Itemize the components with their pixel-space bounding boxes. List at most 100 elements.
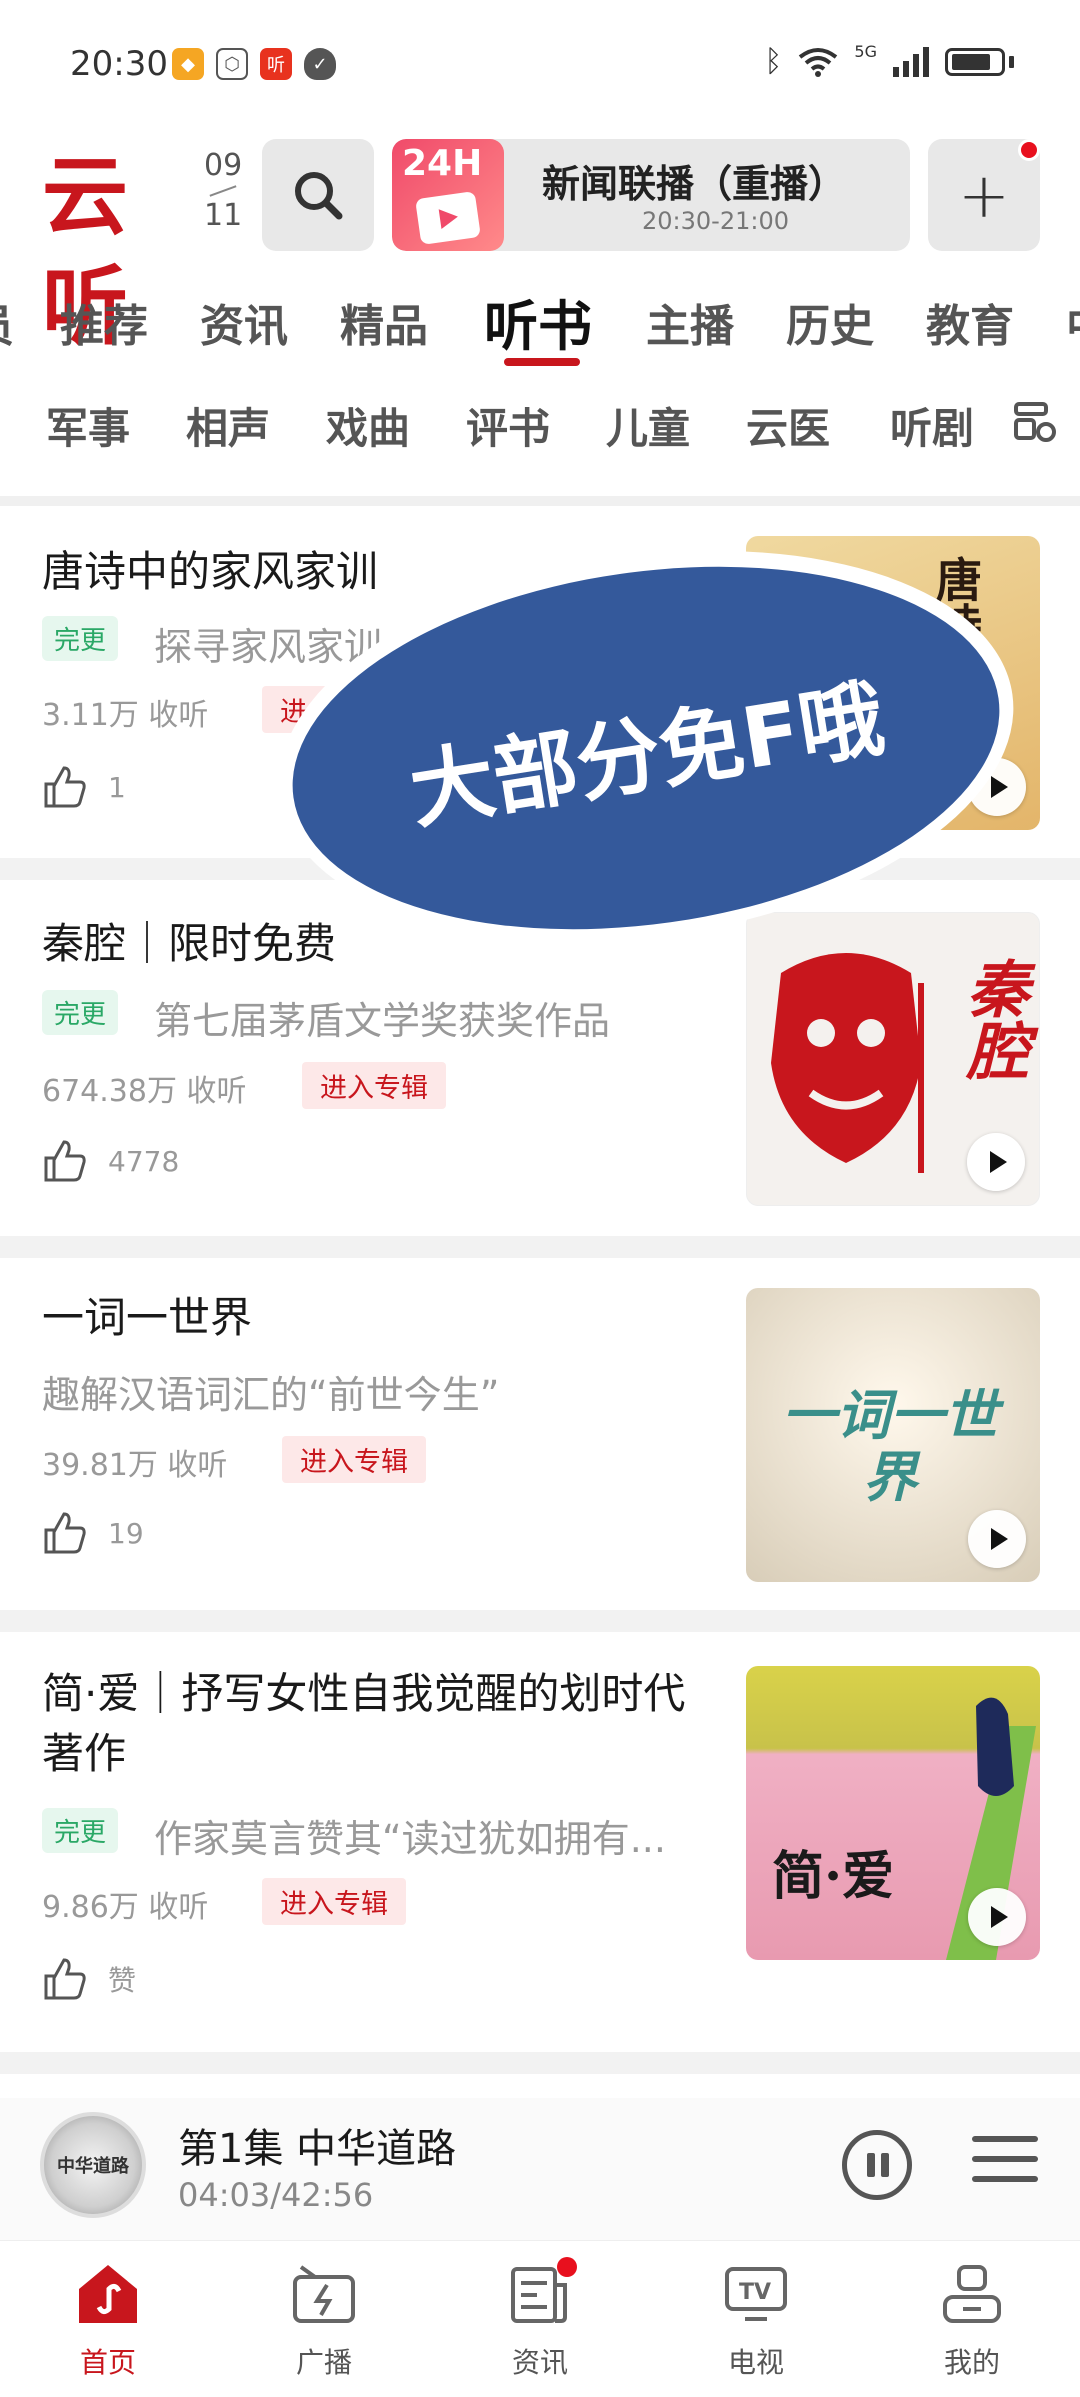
enter-album-button[interactable]: 进入专辑 xyxy=(282,1436,426,1483)
network-label: 5G xyxy=(854,42,877,61)
nav-tv[interactable]: TV 电视 xyxy=(686,2263,826,2381)
category-settings-button[interactable] xyxy=(990,388,1080,458)
album-cover[interactable]: 一词一世界 xyxy=(746,1288,1040,1582)
app-icon: ⬡ xyxy=(216,48,248,80)
tab-audiobook[interactable]: 听书 xyxy=(484,290,592,360)
pause-button[interactable] xyxy=(842,2130,912,2200)
album-card[interactable]: 一词一世界 趣解汉语词汇的“前世今生” 39.81万 收听 进入专辑 19 一词… xyxy=(0,1258,1080,1610)
nav-label: 电视 xyxy=(727,2346,784,2379)
album-title: 简·爱｜抒写女性自我觉醒的划时代著作 xyxy=(42,1669,686,1778)
album-cover[interactable]: 秦腔 xyxy=(746,912,1040,1206)
listen-count: 674.38万 收听 xyxy=(42,1074,247,1109)
nav-label: 资讯 xyxy=(511,2346,568,2379)
status-bar: 20:30 ◆ ⬡ 听 ✓ ᛒ 5G xyxy=(0,0,1080,130)
listen-count: 3.11万 收听 xyxy=(42,698,209,733)
card-separator xyxy=(0,2052,1080,2074)
nav-news[interactable]: 资讯 xyxy=(470,2257,610,2381)
battery-tip xyxy=(1009,55,1014,68)
logo-date: 09 11 xyxy=(204,148,242,234)
date-day: 11 xyxy=(204,198,243,233)
tab-anchor[interactable]: 主播 xyxy=(646,290,734,354)
play-icon[interactable] xyxy=(968,1888,1026,1946)
album-cover[interactable]: 简·爱 xyxy=(746,1666,1040,1960)
tab-premium[interactable]: 精品 xyxy=(340,290,428,354)
tab-recommend[interactable]: 推荐 xyxy=(60,290,148,354)
player-cover[interactable]: 中华道路 xyxy=(40,2112,146,2218)
nav-profile[interactable]: 我的 xyxy=(902,2263,1042,2381)
complete-tag: 完更 xyxy=(42,990,119,1035)
cover-title: 一词一世界 xyxy=(782,1383,998,1509)
news-notification-dot xyxy=(557,2257,577,2277)
card-separator xyxy=(0,1610,1080,1632)
home-icon xyxy=(75,2263,141,2325)
complete-tag: 完更 xyxy=(42,616,119,661)
subtab-drama[interactable]: 听剧 xyxy=(890,395,974,456)
like-count: 4778 xyxy=(108,1144,180,1178)
live-broadcast-banner[interactable]: 24H 新闻联播（重播） 20:30-21:00 xyxy=(392,139,910,251)
section-divider xyxy=(0,496,1080,506)
svg-text:TV: TV xyxy=(739,2280,771,2305)
album-card[interactable]: 简·爱｜抒写女性自我觉醒的划时代著作 完更 作家莫言赞其“读过犹如拥有... 9… xyxy=(0,1632,1080,2052)
play-icon[interactable] xyxy=(967,1133,1025,1191)
search-icon xyxy=(295,172,343,220)
subtab-military[interactable]: 军事 xyxy=(46,395,130,456)
nav-radio[interactable]: 广播 xyxy=(254,2263,394,2381)
security-icon: ✓ xyxy=(304,48,336,80)
shield-app-icon: ◆ xyxy=(172,48,204,80)
news-icon xyxy=(507,2257,577,2325)
status-app-icons: ◆ ⬡ 听 ✓ xyxy=(172,48,336,80)
player-title: 第1集 中华道路 xyxy=(178,2126,457,2172)
nav-label: 广播 xyxy=(295,2346,352,2379)
thumbs-up-icon xyxy=(44,1512,86,1554)
like-count: 19 xyxy=(108,1516,144,1550)
nav-label: 我的 xyxy=(943,2346,1000,2379)
thumbs-up-icon xyxy=(44,1958,86,2000)
plus-icon: + xyxy=(958,158,1010,232)
bluetooth-icon: ᛒ xyxy=(764,44,783,79)
opera-mask-paper-cut xyxy=(771,953,924,1173)
tv-icon: TV xyxy=(723,2263,789,2325)
card-separator xyxy=(0,1236,1080,1258)
tab-partial-right[interactable]: 中 xyxy=(1066,290,1080,354)
tab-partial-left[interactable]: 员 xyxy=(0,290,14,354)
playlist-button[interactable] xyxy=(972,2136,1038,2192)
album-subtitle: 第七届茅盾文学奖获奖作品 xyxy=(154,999,611,1043)
listen-count: 39.81万 收听 xyxy=(42,1448,228,1483)
album-title: 一词一世界 xyxy=(42,1293,253,1342)
like-button[interactable]: 1 xyxy=(42,764,126,810)
live-badge-text: 24H xyxy=(402,143,483,184)
enter-album-button[interactable]: 进入专辑 xyxy=(302,1062,446,1109)
subtab-crosstalk[interactable]: 相声 xyxy=(186,395,270,456)
app-logo[interactable]: 云听 xyxy=(42,142,192,357)
thumbs-up-icon xyxy=(44,766,86,808)
like-button[interactable]: 4778 xyxy=(42,1138,179,1184)
signal-icon xyxy=(893,46,929,77)
live-time: 20:30-21:00 xyxy=(642,207,789,235)
profile-icon xyxy=(939,2263,1005,2325)
date-month: 09 xyxy=(204,148,243,183)
enter-album-button[interactable]: 进入专辑 xyxy=(262,1878,406,1925)
tab-news[interactable]: 资讯 xyxy=(200,290,288,354)
like-button[interactable]: 19 xyxy=(42,1510,144,1556)
subtab-storytelling[interactable]: 评书 xyxy=(466,395,550,456)
tab-history[interactable]: 历史 xyxy=(786,290,874,354)
like-button[interactable]: 赞 xyxy=(42,1956,136,2002)
live-24h-badge: 24H xyxy=(392,139,504,251)
status-right-icons: ᛒ 5G xyxy=(764,42,1014,79)
add-button[interactable]: + xyxy=(928,139,1040,251)
subtab-opera[interactable]: 戏曲 xyxy=(326,395,410,456)
subtab-children[interactable]: 儿童 xyxy=(606,395,690,456)
ting-app-icon: 听 xyxy=(260,48,292,80)
nav-home[interactable]: 首页 xyxy=(38,2263,178,2381)
cover-title: 秦腔 xyxy=(956,957,1029,1081)
mini-player[interactable]: 中华道路 第1集 中华道路 04:03/42:56 xyxy=(0,2098,1080,2240)
subtab-health[interactable]: 云医 xyxy=(746,395,830,456)
tv-play-icon xyxy=(415,191,481,245)
search-button[interactable] xyxy=(262,139,374,251)
nav-label: 首页 xyxy=(79,2346,136,2379)
play-icon[interactable] xyxy=(968,1510,1026,1568)
album-subtitle: 作家莫言赞其“读过犹如拥有... xyxy=(154,1817,666,1861)
live-title: 新闻联播（重播） xyxy=(542,162,847,206)
tab-education[interactable]: 教育 xyxy=(926,290,1014,354)
thumbs-up-icon xyxy=(44,1140,86,1182)
